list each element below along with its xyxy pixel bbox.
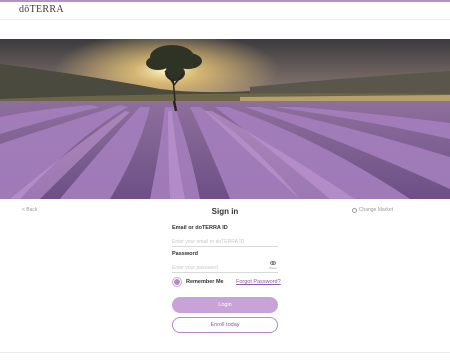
show-password-eye-icon[interactable]: Show: [269, 261, 277, 270]
signin-title: Sign in: [211, 207, 239, 216]
password-placeholder: Enter your password: [172, 265, 218, 271]
password-label: Password: [172, 251, 198, 257]
header: dōTERRA: [0, 2, 450, 20]
remember-me-checkbox[interactable]: [172, 277, 182, 287]
checkbox-checked-dot: [174, 279, 180, 285]
show-password-label: Show: [269, 265, 277, 270]
lavender-field-illustration: [0, 39, 450, 199]
email-label: Email or doTERRA ID: [172, 225, 228, 231]
footer-divider: [0, 352, 450, 353]
brand-logo[interactable]: dōTERRA: [19, 4, 64, 15]
remember-me[interactable]: Remember Me: [172, 277, 224, 287]
forgot-password-link[interactable]: Forgot Password?: [236, 279, 281, 285]
login-button[interactable]: Login: [172, 297, 278, 313]
enroll-button[interactable]: Enroll today: [172, 317, 278, 333]
hero-image: [0, 39, 450, 199]
email-placeholder: Enter your email or doTERRA ID: [172, 239, 245, 245]
email-field[interactable]: Enter your email or doTERRA ID: [172, 233, 278, 247]
remember-me-label: Remember Me: [186, 279, 224, 285]
password-field[interactable]: Enter your password Show: [172, 259, 278, 273]
eye-pupil: [272, 261, 274, 264]
